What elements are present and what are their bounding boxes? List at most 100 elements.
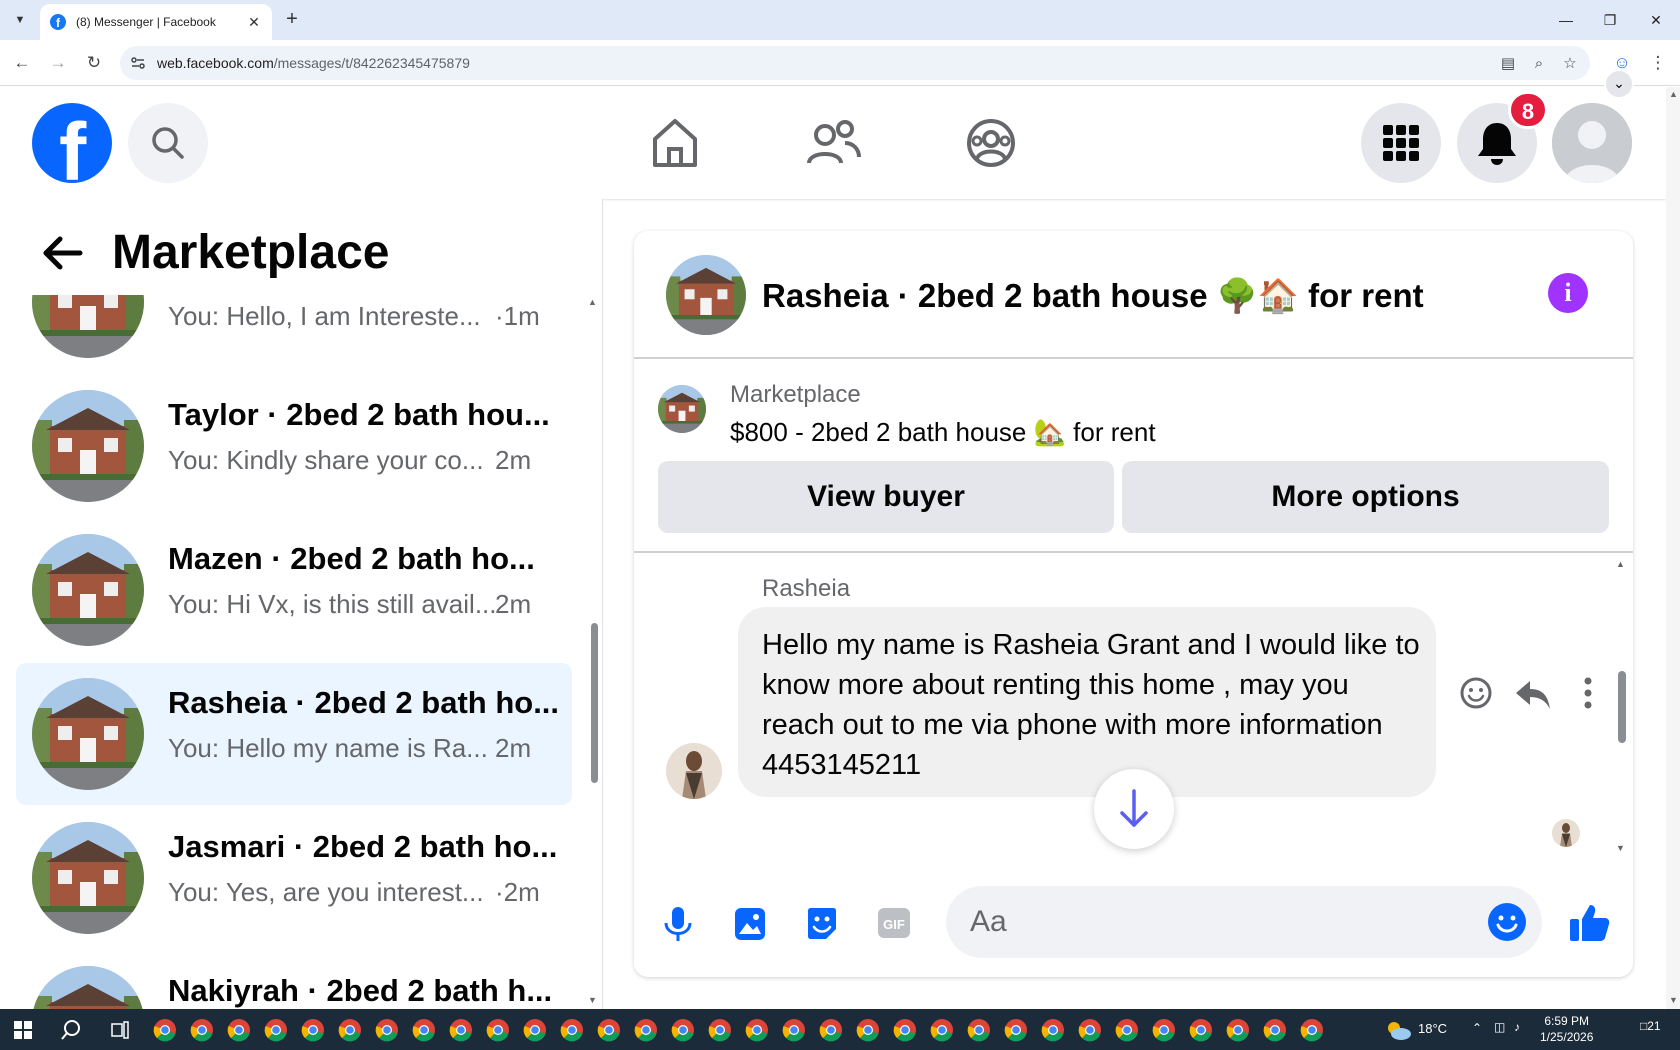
listing-price-title[interactable]: $800 - 2bed 2 bath house 🏡 for rent xyxy=(730,417,1156,448)
conversation-item-active[interactable]: Rasheia · 2bed 2 bath ho... You: Hello m… xyxy=(16,663,572,805)
view-buyer-button[interactable]: View buyer xyxy=(658,461,1114,533)
menu-button[interactable] xyxy=(1361,103,1441,183)
taskbar-app-icon[interactable] xyxy=(930,1018,954,1042)
nav-home[interactable] xyxy=(643,111,707,175)
conversation-item[interactable]: Jasmari · 2bed 2 bath ho... You: Yes, ar… xyxy=(16,807,572,949)
taskbar-app-icon[interactable] xyxy=(264,1018,288,1042)
more-options-button[interactable]: More options xyxy=(1122,461,1609,533)
taskbar-app-icon[interactable] xyxy=(1300,1018,1324,1042)
volume-icon[interactable]: ♪ xyxy=(1514,1020,1520,1034)
taskbar-app-icon[interactable] xyxy=(375,1018,399,1042)
taskbar-app-icon[interactable] xyxy=(1189,1018,1213,1042)
taskbar-app-icon[interactable] xyxy=(486,1018,510,1042)
react-emoji-icon[interactable] xyxy=(1454,671,1498,715)
site-settings-icon[interactable] xyxy=(130,55,146,71)
sender-avatar[interactable] xyxy=(666,743,722,799)
close-window-button[interactable]: ✕ xyxy=(1636,6,1676,34)
message-thread-scrollbar[interactable] xyxy=(1618,671,1626,743)
scroll-up-arrow-icon[interactable]: ▲ xyxy=(588,297,597,307)
scroll-to-bottom-button[interactable] xyxy=(1094,769,1174,849)
sticker-icon[interactable] xyxy=(802,903,842,943)
info-icon[interactable]: i xyxy=(1548,273,1588,313)
browser-tab-messenger[interactable]: f (8) Messenger | Facebook ✕ xyxy=(40,4,272,40)
listing-thumbnail[interactable] xyxy=(658,385,706,433)
nav-groups[interactable] xyxy=(959,111,1023,175)
chat-title[interactable]: Rasheia · 2bed 2 bath house 🌳🏠 for rent xyxy=(762,277,1424,316)
taskbar-app-icon[interactable] xyxy=(338,1018,362,1042)
thread-scroll-up-icon[interactable]: ▲ xyxy=(1616,559,1625,569)
taskbar-app-icon[interactable] xyxy=(1226,1018,1250,1042)
account-chevron-icon[interactable]: ⌄ xyxy=(1604,69,1634,99)
message-thread[interactable]: Rasheia Hello my name is Rasheia Grant a… xyxy=(634,555,1633,861)
thread-scroll-down-icon[interactable]: ▼ xyxy=(1616,843,1625,853)
taskbar-app-icon[interactable] xyxy=(1263,1018,1287,1042)
close-tab-icon[interactable]: ✕ xyxy=(246,14,262,31)
reload-button[interactable]: ↻ xyxy=(80,49,108,77)
address-bar[interactable]: web.facebook.com/messages/t/842262345475… xyxy=(120,46,1590,80)
conversation-item[interactable]: You: Hello, I am Intereste... ·1m xyxy=(16,295,572,373)
taskbar-app-icon[interactable] xyxy=(782,1018,806,1042)
conversation-list[interactable]: You: Hello, I am Intereste... ·1m Taylor… xyxy=(0,295,580,1009)
taskbar-app-icon[interactable] xyxy=(449,1018,473,1042)
taskbar-app-icon[interactable] xyxy=(1041,1018,1065,1042)
conversation-item[interactable]: Taylor · 2bed 2 bath hou... You: Kindly … xyxy=(16,375,572,517)
nav-friends[interactable] xyxy=(801,111,865,175)
taskbar-app-icon[interactable] xyxy=(1152,1018,1176,1042)
page-scroll-down-icon[interactable]: ▼ xyxy=(1669,995,1678,1005)
taskbar-app-icon[interactable] xyxy=(1115,1018,1139,1042)
taskbar-app-icon[interactable] xyxy=(1004,1018,1028,1042)
account-avatar[interactable] xyxy=(1552,103,1632,183)
windows-start-icon[interactable] xyxy=(14,1021,32,1039)
taskbar-app-icon[interactable] xyxy=(708,1018,732,1042)
taskbar-app-icon[interactable] xyxy=(301,1018,325,1042)
facebook-logo[interactable]: f xyxy=(32,103,112,183)
taskbar-app-icon[interactable] xyxy=(227,1018,251,1042)
message-input[interactable] xyxy=(946,886,1542,958)
install-app-icon[interactable]: ▤ xyxy=(1498,54,1518,74)
show-hidden-icons-icon[interactable]: ⌃ xyxy=(1472,1021,1482,1035)
page-scroll-up-icon[interactable]: ▲ xyxy=(1669,89,1678,99)
conversation-list-scrollbar[interactable] xyxy=(591,623,598,783)
taskbar-app-icon[interactable] xyxy=(560,1018,584,1042)
taskbar-app-icon[interactable] xyxy=(967,1018,991,1042)
restore-window-button[interactable]: ❐ xyxy=(1590,6,1630,34)
page-scrollbar[interactable]: ▲ ▼ xyxy=(1666,87,1680,1009)
taskbar-app-icon[interactable] xyxy=(1078,1018,1102,1042)
zoom-icon[interactable]: ⌕ xyxy=(1529,54,1549,74)
more-actions-icon[interactable] xyxy=(1566,671,1610,715)
back-arrow-icon[interactable] xyxy=(40,235,84,271)
gif-icon[interactable]: GIF xyxy=(874,903,914,943)
taskbar-app-icon[interactable] xyxy=(893,1018,917,1042)
minimize-window-button[interactable]: — xyxy=(1546,6,1586,34)
photo-icon[interactable] xyxy=(730,903,770,943)
search-button[interactable] xyxy=(128,103,208,183)
taskbar-app-icon[interactable] xyxy=(634,1018,658,1042)
thumbs-up-icon[interactable] xyxy=(1567,901,1611,945)
taskbar-app-icon[interactable] xyxy=(153,1018,177,1042)
taskbar-app-icon[interactable] xyxy=(819,1018,843,1042)
menu-kebab-icon[interactable]: ⋮ xyxy=(1644,49,1672,77)
taskbar-app-icon[interactable] xyxy=(745,1018,769,1042)
bookmark-star-icon[interactable]: ☆ xyxy=(1560,54,1580,74)
tab-search-button[interactable]: ▼ xyxy=(8,8,32,32)
taskbar-app-icon[interactable] xyxy=(597,1018,621,1042)
message-bubble[interactable]: Hello my name is Rasheia Grant and I wou… xyxy=(738,607,1436,797)
new-tab-button[interactable]: + xyxy=(280,8,304,32)
microphone-icon[interactable] xyxy=(658,903,698,943)
forward-button[interactable]: → xyxy=(44,49,72,77)
system-clock[interactable]: 6:59 PM 1/25/2026 xyxy=(1540,1013,1593,1045)
scroll-down-arrow-icon[interactable]: ▼ xyxy=(588,995,597,1005)
taskbar-app-icon[interactable] xyxy=(412,1018,436,1042)
taskbar-app-icon[interactable] xyxy=(671,1018,695,1042)
network-icon[interactable]: ◫ xyxy=(1494,1020,1505,1034)
taskbar-search-icon[interactable] xyxy=(60,1019,82,1041)
reply-icon[interactable] xyxy=(1510,671,1554,715)
taskbar-app-icon[interactable] xyxy=(523,1018,547,1042)
taskbar-app-icon[interactable] xyxy=(856,1018,880,1042)
task-view-icon[interactable] xyxy=(110,1020,130,1040)
weather-icon[interactable] xyxy=(1384,1018,1412,1042)
conversation-item[interactable]: Mazen · 2bed 2 bath ho... You: Hi Vx, is… xyxy=(16,519,572,661)
chat-avatar[interactable] xyxy=(666,255,746,335)
back-button[interactable]: ← xyxy=(8,49,36,77)
conversation-item[interactable]: Nakiyrah · 2bed 2 bath h... xyxy=(16,951,572,1009)
